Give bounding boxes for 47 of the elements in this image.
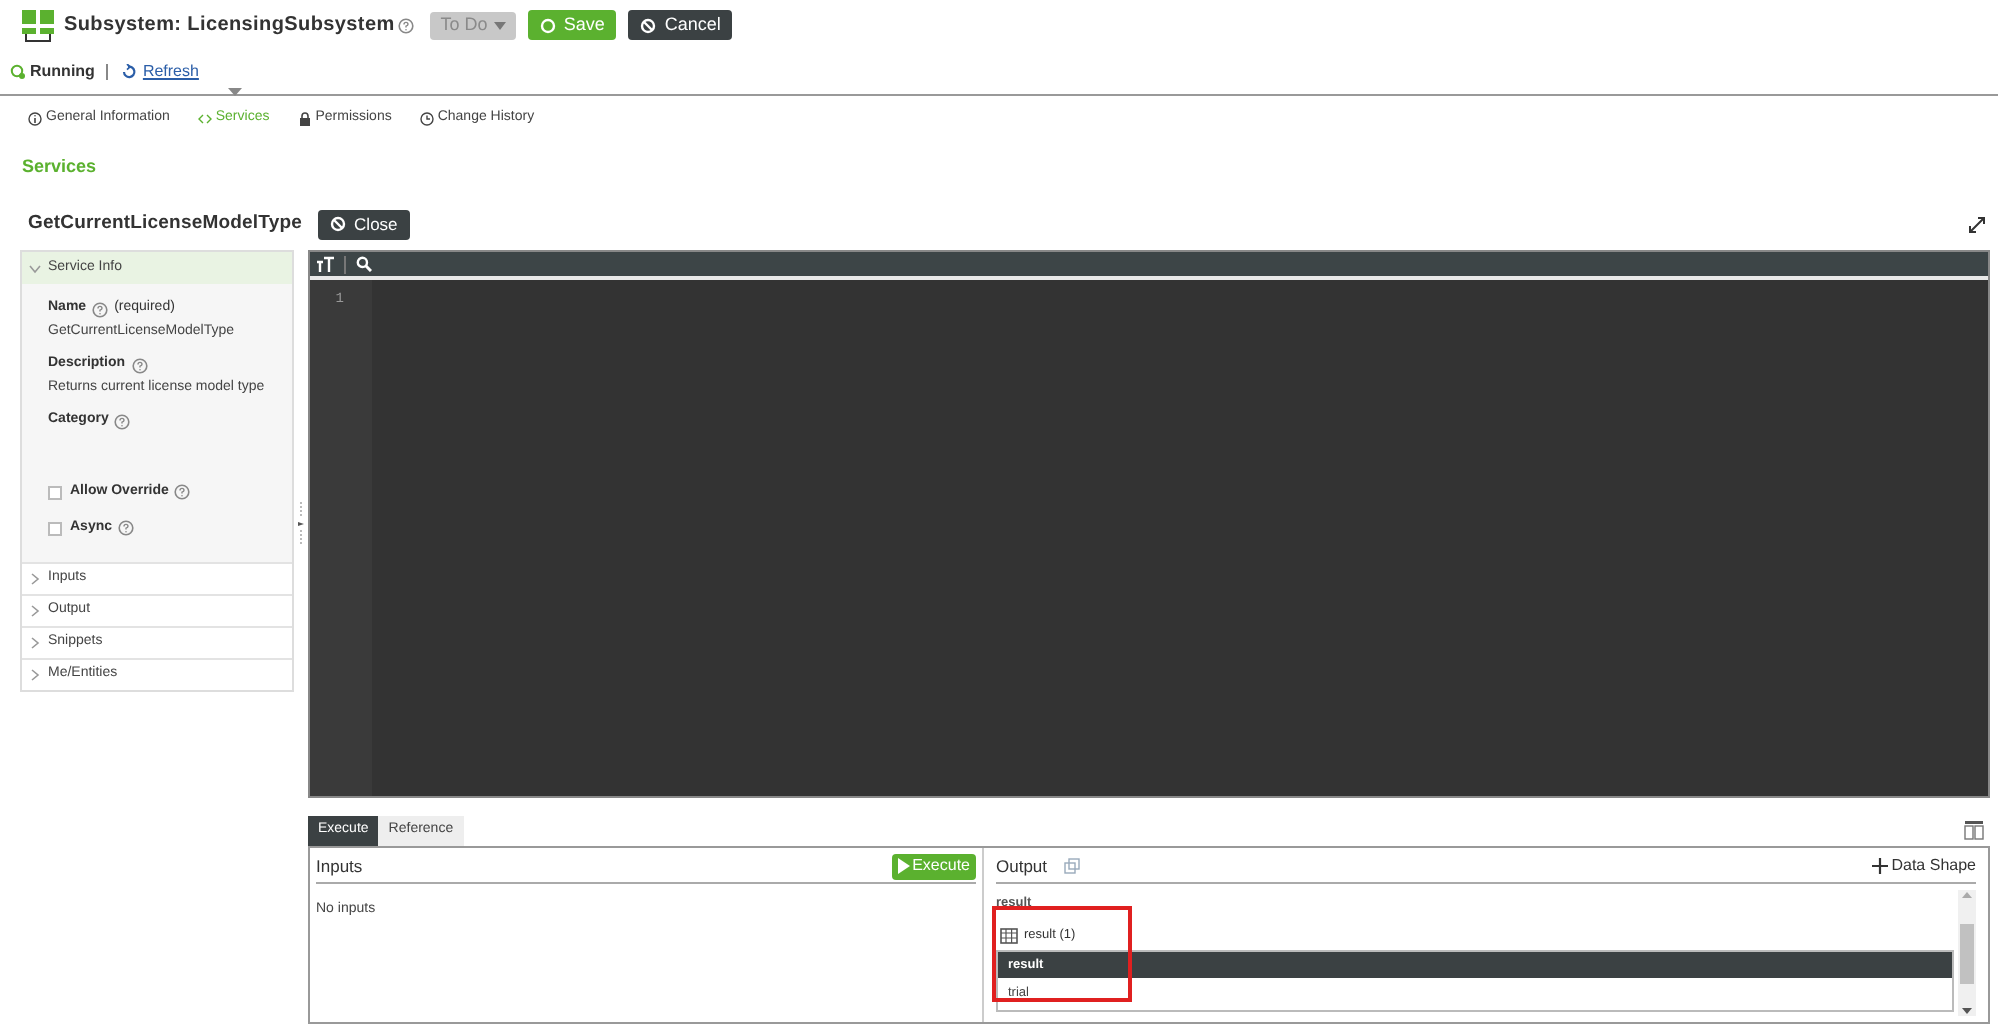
add-data-shape-button[interactable]: Data Shape <box>1871 854 1976 878</box>
chevron-right-icon <box>28 636 42 650</box>
search-icon <box>356 256 372 272</box>
scroll-up-icon <box>1962 892 1972 898</box>
caret-icon <box>493 21 506 29</box>
play-icon <box>898 858 911 874</box>
circle-icon <box>539 17 556 33</box>
layout-icon <box>1964 820 1984 840</box>
help-icon <box>92 301 109 317</box>
checkbox[interactable] <box>48 485 62 499</box>
help-icon <box>398 17 415 33</box>
help-icon <box>118 520 135 536</box>
panel-title: Output <box>996 853 1048 879</box>
help-icon <box>131 357 148 373</box>
lock-icon <box>297 112 312 126</box>
prohibited-icon <box>640 17 657 33</box>
plus-icon <box>1871 858 1888 874</box>
chevron-right-icon <box>28 572 42 586</box>
prohibited-icon <box>330 216 347 232</box>
scroll-down-icon <box>1962 1008 1972 1014</box>
code-icon <box>197 112 212 126</box>
chevron-right-icon <box>28 668 42 682</box>
service-name: GetCurrentLicenseModelType <box>28 209 303 238</box>
chevron-right-icon <box>28 604 42 618</box>
text-size-icon <box>316 256 334 272</box>
refresh-link[interactable]: Refresh <box>120 60 199 84</box>
section-title: Services <box>20 154 99 180</box>
table-icon <box>1000 928 1018 944</box>
running-icon <box>10 64 26 80</box>
page-title: Subsystem: LicensingSubsystem <box>64 12 395 40</box>
close-button[interactable]: Close <box>318 209 410 239</box>
checkbox[interactable] <box>48 521 62 535</box>
help-icon <box>174 484 191 500</box>
cancel-button[interactable]: Cancel <box>628 10 733 40</box>
expand-icon <box>1968 215 1986 233</box>
help-icon <box>114 413 131 429</box>
panel-title: Inputs <box>316 853 363 879</box>
splitter-handle <box>298 502 304 546</box>
info-icon <box>28 112 42 126</box>
scrollbar[interactable] <box>1958 890 1976 1016</box>
chevron-down-icon <box>28 261 42 275</box>
copy-icon <box>1063 858 1080 874</box>
logo-icon <box>22 9 54 41</box>
pointer-icon <box>227 88 242 97</box>
refresh-icon <box>120 64 137 80</box>
clock-icon <box>419 112 434 126</box>
status-label: Running <box>30 60 95 84</box>
